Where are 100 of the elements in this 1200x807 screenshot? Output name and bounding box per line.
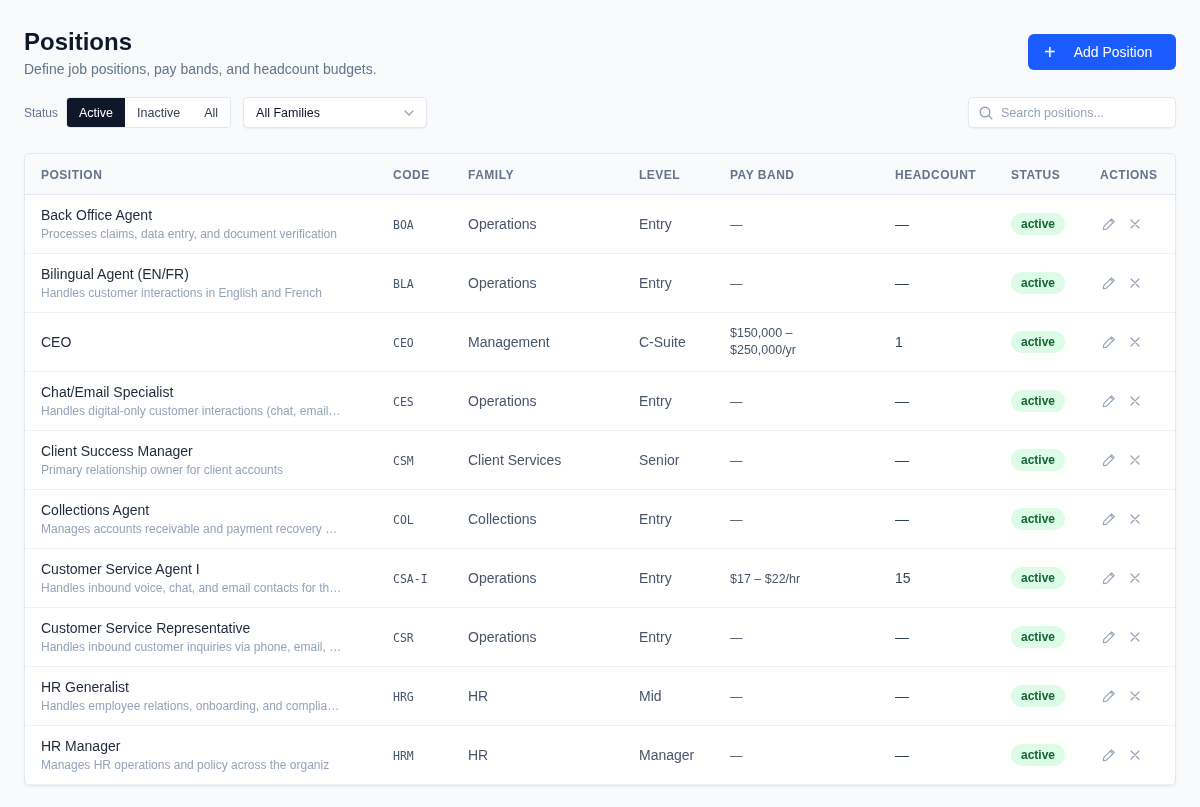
column-header: STATUS xyxy=(1011,168,1061,182)
status-badge: active xyxy=(1011,567,1066,589)
family-cell: Operations xyxy=(468,629,537,645)
delete-button[interactable] xyxy=(1128,571,1142,585)
position-name: Bilingual Agent (EN/FR) xyxy=(41,266,190,282)
headcount-cell: — xyxy=(895,275,909,291)
edit-button[interactable] xyxy=(1100,628,1118,646)
pay-band-cell: — xyxy=(730,688,743,706)
status-badge: active xyxy=(1011,626,1066,648)
level-cell: Senior xyxy=(639,452,680,468)
position-code: BLA xyxy=(393,277,414,291)
level-cell: Entry xyxy=(639,393,672,409)
pencil-icon xyxy=(1102,571,1116,585)
position-description: Handles inbound customer inquiries via phone, email, … xyxy=(41,640,343,654)
position-code: HRM xyxy=(393,749,414,763)
edit-button[interactable] xyxy=(1100,687,1118,705)
close-icon xyxy=(1130,337,1140,347)
position-description: Manages HR operations and policy across the organiz xyxy=(41,758,331,772)
pencil-icon xyxy=(1102,217,1116,231)
column-header: FAMILY xyxy=(468,168,514,182)
position-description: Handles digital-only customer interactions (chat, email… xyxy=(41,404,342,418)
delete-button[interactable] xyxy=(1128,630,1142,644)
position-name: HR Generalist xyxy=(41,679,130,695)
delete-button[interactable] xyxy=(1128,217,1142,231)
family-cell: HR xyxy=(468,688,489,704)
pencil-icon xyxy=(1102,276,1116,290)
delete-button[interactable] xyxy=(1128,453,1142,467)
pay-band-cell-text: $150,000 – $250,000/yr xyxy=(730,325,798,359)
page-title: Positions xyxy=(24,27,133,57)
column-header: PAY BAND xyxy=(730,168,795,182)
edit-button[interactable] xyxy=(1100,274,1118,292)
family-cell: Operations xyxy=(468,570,537,586)
search-field[interactable]: Search positions... xyxy=(968,97,1176,128)
position-description: Processes claims, data entry, and document verification xyxy=(41,227,338,241)
position-code: COL xyxy=(393,513,414,527)
headcount-cell: — xyxy=(895,629,909,645)
family-cell: Operations xyxy=(468,275,537,291)
headcount-cell: 15 xyxy=(895,570,911,586)
level-cell: Entry xyxy=(639,275,672,291)
close-icon xyxy=(1130,573,1140,583)
edit-button[interactable] xyxy=(1100,392,1118,410)
close-icon xyxy=(1130,219,1140,229)
level-cell: Entry xyxy=(639,216,672,232)
position-description: Manages accounts receivable and payment recovery … xyxy=(41,522,339,536)
position-name: Chat/Email Specialist xyxy=(41,384,175,400)
level-cell: C-Suite xyxy=(639,334,686,350)
add-position-button[interactable]: + Add Position xyxy=(1028,34,1176,70)
pencil-icon xyxy=(1102,394,1116,408)
close-icon xyxy=(1130,691,1140,701)
edit-button[interactable] xyxy=(1100,746,1118,764)
status-label: Status xyxy=(24,105,59,120)
level-cell: Manager xyxy=(639,747,695,763)
pencil-icon xyxy=(1102,689,1116,703)
pay-band-cell: — xyxy=(730,629,743,647)
status-badge: active xyxy=(1011,744,1066,766)
pencil-icon xyxy=(1102,630,1116,644)
pencil-icon xyxy=(1102,748,1116,762)
column-header: ACTIONS xyxy=(1100,168,1158,182)
edit-button[interactable] xyxy=(1100,451,1118,469)
position-code: CSR xyxy=(393,631,414,645)
headcount-cell: — xyxy=(895,511,909,527)
position-name: Collections Agent xyxy=(41,502,151,518)
position-description: Primary relationship owner for client accounts xyxy=(41,463,285,477)
level-cell: Entry xyxy=(639,629,672,645)
status-badge: active xyxy=(1011,685,1066,707)
delete-button[interactable] xyxy=(1128,748,1142,762)
position-name: Customer Service Agent I xyxy=(41,561,201,577)
pencil-icon xyxy=(1102,512,1116,526)
position-name: Customer Service Representative xyxy=(41,620,252,636)
pencil-icon xyxy=(1102,453,1116,467)
pay-band-cell: — xyxy=(730,216,743,234)
pencil-icon xyxy=(1102,335,1116,349)
headcount-cell: — xyxy=(895,747,909,763)
page-subtitle: Define job positions, pay bands, and headcount budgets. xyxy=(24,61,377,77)
family-cell: Client Services xyxy=(468,452,562,468)
family-cell: Management xyxy=(468,334,550,350)
chevron-down-icon xyxy=(404,109,415,116)
position-code: CSM xyxy=(393,454,414,468)
delete-button[interactable] xyxy=(1128,394,1142,408)
family-cell: Operations xyxy=(468,393,537,409)
edit-button[interactable] xyxy=(1100,510,1118,528)
family-dropdown[interactable]: All Families xyxy=(243,97,428,128)
delete-button[interactable] xyxy=(1128,276,1142,290)
close-icon xyxy=(1130,278,1140,288)
status-badge: active xyxy=(1011,449,1066,471)
status-tab[interactable]: Active xyxy=(67,98,126,127)
delete-button[interactable] xyxy=(1128,512,1142,526)
position-description: Handles employee relations, onboarding, and complia… xyxy=(41,699,341,713)
edit-button[interactable] xyxy=(1100,215,1118,233)
close-icon xyxy=(1130,396,1140,406)
status-badge: active xyxy=(1011,508,1066,530)
close-icon xyxy=(1130,455,1140,465)
position-name: Back Office Agent xyxy=(41,207,154,223)
level-cell: Entry xyxy=(639,511,672,527)
delete-button[interactable] xyxy=(1128,335,1142,349)
status-badge: active xyxy=(1011,213,1066,235)
delete-button[interactable] xyxy=(1128,689,1142,703)
close-icon xyxy=(1130,632,1140,642)
edit-button[interactable] xyxy=(1100,569,1118,587)
edit-button[interactable] xyxy=(1100,333,1118,351)
